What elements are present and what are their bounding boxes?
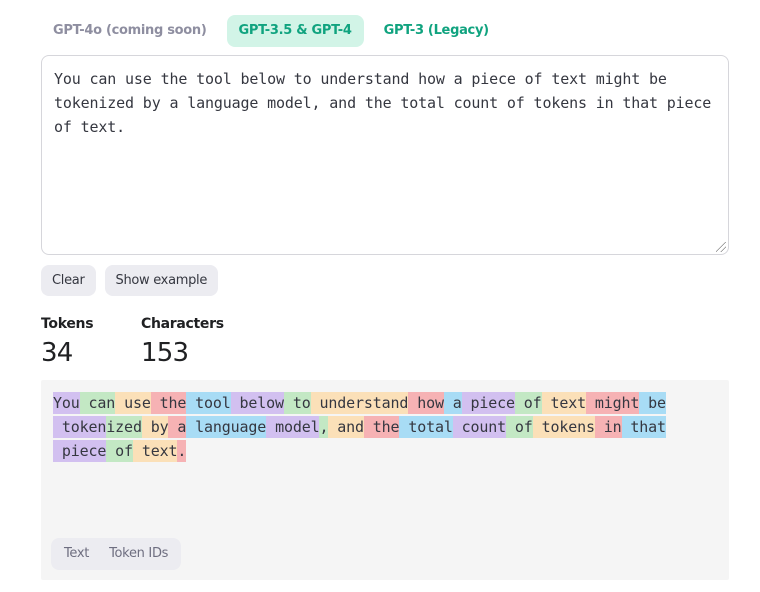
tokens-count: 34 bbox=[41, 338, 73, 368]
tab-gpt-3-legacy[interactable]: GPT-3 (Legacy) bbox=[372, 15, 501, 47]
token: by bbox=[141, 416, 169, 438]
token: of bbox=[106, 440, 133, 462]
model-tabs: GPT-4o (coming soon) GPT-3.5 & GPT-4 GPT… bbox=[41, 15, 501, 47]
token: how bbox=[408, 392, 444, 414]
text-input-value[interactable]: You can use the tool below to understand… bbox=[42, 56, 728, 150]
token: understand bbox=[310, 392, 409, 414]
token: of bbox=[514, 392, 542, 414]
tokens-stat: Tokens 34 bbox=[41, 316, 141, 368]
view-toggle: Text Token IDs bbox=[51, 538, 182, 570]
token: text bbox=[132, 440, 178, 462]
token: model bbox=[266, 416, 320, 438]
token: in bbox=[594, 416, 622, 438]
token: You bbox=[53, 392, 80, 414]
view-text-option[interactable]: Text bbox=[54, 541, 99, 567]
token: of bbox=[506, 416, 533, 438]
token: text bbox=[541, 392, 586, 414]
token: use bbox=[115, 392, 151, 414]
token: the bbox=[363, 416, 400, 438]
tab-gpt-35-gpt-4[interactable]: GPT-3.5 & GPT-4 bbox=[226, 15, 364, 47]
action-buttons: Clear Show example bbox=[41, 265, 227, 296]
token: to bbox=[283, 392, 311, 414]
token: that bbox=[621, 416, 666, 438]
token: a bbox=[443, 392, 462, 414]
token: language bbox=[186, 416, 267, 438]
clear-button[interactable]: Clear bbox=[41, 265, 96, 296]
token: ized bbox=[106, 416, 142, 438]
token: piece bbox=[53, 440, 107, 462]
view-token-ids-option[interactable]: Token IDs bbox=[99, 541, 178, 567]
token: count bbox=[452, 416, 507, 438]
characters-stat: Characters 153 bbox=[141, 316, 224, 368]
token: tokens bbox=[532, 416, 595, 438]
token: total bbox=[399, 416, 453, 438]
tab-gpt-4o[interactable]: GPT-4o (coming soon) bbox=[41, 15, 227, 47]
token: a bbox=[168, 416, 187, 438]
token: tool bbox=[186, 392, 231, 414]
characters-count: 153 bbox=[141, 338, 189, 368]
token: . bbox=[177, 440, 187, 462]
token: token bbox=[53, 416, 107, 438]
token: be bbox=[639, 392, 666, 414]
tokens-label: Tokens bbox=[41, 316, 94, 332]
characters-label: Characters bbox=[141, 316, 224, 332]
tokenized-text: You can use the tool below to understand… bbox=[53, 391, 703, 463]
show-example-button[interactable]: Show example bbox=[104, 265, 219, 296]
token: piece bbox=[461, 392, 515, 414]
resize-grip-icon[interactable] bbox=[716, 242, 726, 252]
token-stats: Tokens 34 Characters 153 bbox=[41, 316, 224, 368]
token: and bbox=[328, 416, 364, 438]
token: might bbox=[585, 392, 640, 414]
text-input[interactable]: You can use the tool below to understand… bbox=[41, 55, 729, 255]
tokenized-output-panel: You can use the tool below to understand… bbox=[41, 380, 729, 580]
token: the bbox=[150, 392, 187, 414]
token: below bbox=[230, 392, 284, 414]
token: can bbox=[79, 392, 116, 414]
